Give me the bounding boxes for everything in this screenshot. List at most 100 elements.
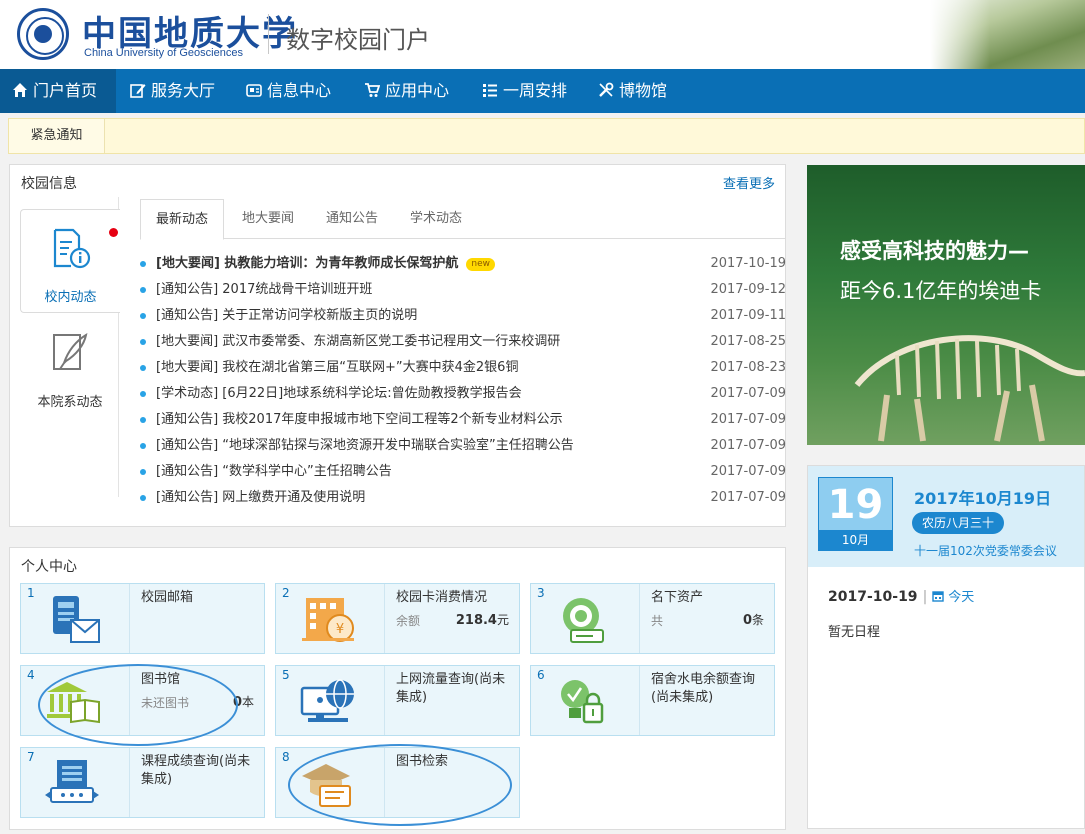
card-subtitle: 余额 xyxy=(396,614,421,628)
nav-museum[interactable]: 博物馆 xyxy=(586,69,679,113)
news-item[interactable]: [地大要闻] 我校在湖北省第三届“互联网+”大赛中获4金2银6铜 2017-08… xyxy=(140,355,786,381)
news-title[interactable]: [学术动态] [6月22日]地球系统科学论坛:曾佐勋教授教学报告会 xyxy=(156,381,522,407)
calendar-header: 19 10月 2017年10月19日 农历八月三十 十一届102次党委常委会议 xyxy=(808,466,1084,567)
news-date: 2017-07-09 xyxy=(710,438,786,453)
tab-notices[interactable]: 通知公告 xyxy=(310,199,394,239)
news-title[interactable]: [地大要闻] 执教能力培训：为青年教师成长保驾护航 new xyxy=(156,251,496,277)
card-campus-card[interactable]: 2 ¥ 校园卡消费情况 余额 218.4元 xyxy=(275,583,520,654)
news-date: 2017-07-09 xyxy=(710,464,786,479)
card-subtitle: 共 xyxy=(651,614,664,628)
news-item[interactable]: [通知公告] 关于正常访问学校新版主页的说明 2017-09-11 xyxy=(140,303,786,329)
news-item[interactable]: [地大要闻] 武汉市委常委、东湖高新区党工委书记程用文一行来校调研 2017-0… xyxy=(140,329,786,355)
nav-museum-label: 博物馆 xyxy=(619,81,668,100)
nav-service-hall[interactable]: 服务大厅 xyxy=(118,69,227,113)
meeting-link[interactable]: 十一届102次党委常委会议 xyxy=(914,542,1057,559)
card-title: 宿舍水电余额查询(尚未集成) xyxy=(651,672,756,705)
tab-academic[interactable]: 学术动态 xyxy=(394,199,478,239)
nav-app-center-label: 应用中心 xyxy=(385,81,450,100)
nav-home[interactable]: 门户首页 xyxy=(0,69,116,113)
news-date: 2017-09-11 xyxy=(710,308,786,323)
news-item[interactable]: [通知公告] “地球深部钻探与深地资源开发中瑞联合实验室”主任招聘公告 2017… xyxy=(140,433,786,459)
news-title[interactable]: [地大要闻] 我校在湖北省第三届“互联网+”大赛中获4金2银6铜 xyxy=(156,355,518,381)
assets-unit: 条 xyxy=(751,613,764,627)
tab-university-news[interactable]: 地大要闻 xyxy=(226,199,310,239)
news-title[interactable]: [通知公告] 网上缴费开通及使用说明 xyxy=(156,485,365,511)
news-item[interactable]: [通知公告] “数学科学中心”主任招聘公告 2017-07-09 xyxy=(140,459,786,485)
card-value: 0本 xyxy=(233,693,254,710)
campus-info-panel: 校园信息 查看更多 校内动态 本院系动态 最新动态 地大要闻 通知公告 学术动态… xyxy=(9,164,786,527)
nav-info-center-label: 信息中心 xyxy=(267,81,332,100)
books-count: 0 xyxy=(232,695,242,710)
news-item[interactable]: [通知公告] 我校2017年度申报城市地下空间工程等2个新专业材料公示 2017… xyxy=(140,407,786,433)
bullet xyxy=(140,365,146,371)
nav-weekly-schedule[interactable]: 一周安排 xyxy=(470,69,579,113)
news-date: 2017-08-23 xyxy=(710,360,786,375)
card-library[interactable]: 4 图书馆 未还图书 0本 xyxy=(20,665,265,736)
balance-value: 218.4 xyxy=(455,613,497,628)
main-nav: 门户首页 服务大厅 信息中心 应用中心 一周安排 博物馆 xyxy=(0,69,1085,113)
news-item[interactable]: [通知公告] 网上缴费开通及使用说明 2017-07-09 xyxy=(140,485,786,511)
news-title[interactable]: [通知公告] 我校2017年度申报城市地下空间工程等2个新专业材料公示 xyxy=(156,407,563,433)
promo-banner[interactable]: 感受高科技的魅力— 距今6.1亿年的埃迪卡 xyxy=(807,165,1085,445)
news-title[interactable]: [地大要闻] 武汉市委常委、东湖高新区党工委书记程用文一行来校调研 xyxy=(156,329,560,355)
nav-home-label: 门户首页 xyxy=(33,81,98,100)
news-title[interactable]: [通知公告] “地球深部钻探与深地资源开发中瑞联合实验室”主任招聘公告 xyxy=(156,433,574,459)
card-number: 8 xyxy=(282,750,290,764)
side-tabs: 校内动态 本院系动态 xyxy=(20,209,120,499)
view-more-link[interactable]: 查看更多 xyxy=(723,173,775,192)
svg-text:¥: ¥ xyxy=(336,622,344,637)
card-value: 218.4元 xyxy=(456,611,509,628)
tab-latest[interactable]: 最新动态 xyxy=(140,199,224,240)
card-campus-mail[interactable]: 1 校园邮箱 xyxy=(20,583,265,654)
card-divider xyxy=(384,666,385,735)
side-tab-campus-news-label: 校内动态 xyxy=(44,290,97,305)
card-divider xyxy=(639,584,640,653)
news-title[interactable]: [通知公告] “数学科学中心”主任招聘公告 xyxy=(156,459,392,485)
card-divider xyxy=(129,584,130,653)
nav-info-center[interactable]: 信息中心 xyxy=(234,69,343,113)
schedule-date: 2017-10-19 xyxy=(828,589,918,605)
site-title: 数字校园门户 xyxy=(286,26,430,54)
calendar-icon xyxy=(932,591,944,602)
side-tab-department-news-label: 本院系动态 xyxy=(37,395,103,410)
news-date: 2017-07-09 xyxy=(710,490,786,505)
card-book-search[interactable]: 8 图书检索 xyxy=(275,747,520,818)
card-dorm-utilities[interactable]: 6 宿舍水电余额查询(尚未集成) xyxy=(530,665,775,736)
card-network-usage[interactable]: 5 上网流量查询(尚未集成) xyxy=(275,665,520,736)
grades-icon xyxy=(45,760,99,803)
news-item[interactable]: [地大要闻] 执教能力培训：为青年教师成长保驾护航 new 2017-10-19 xyxy=(140,251,786,277)
list-icon xyxy=(483,84,497,97)
university-seal-logo[interactable] xyxy=(17,8,69,60)
card-grades[interactable]: 7 课程成绩查询(尚未集成) xyxy=(20,747,265,818)
month-label: 10月 xyxy=(819,530,892,550)
urgent-notice-bar: 紧急通知 xyxy=(8,118,1085,154)
news-item[interactable]: [通知公告] 2017统战骨干培训班开班 2017-09-12 xyxy=(140,277,786,303)
edit-icon xyxy=(130,84,146,98)
card-number: 7 xyxy=(27,750,35,764)
bullet xyxy=(140,417,146,423)
home-icon xyxy=(13,83,27,97)
banner-headline: 感受高科技的魅力— xyxy=(840,239,1029,263)
personal-center-panel: 个人中心 1 校园邮箱 2 ¥ 校园卡消费情况 余额 218.4元 3 名下资产… xyxy=(9,547,786,830)
card-subtitle: 未还图书 xyxy=(141,696,190,710)
news-date: 2017-09-12 xyxy=(710,282,786,297)
campus-info-title: 校园信息 xyxy=(21,176,77,192)
news-item[interactable]: [学术动态] [6月22日]地球系统科学论坛:曾佐勋教授教学报告会 2017-0… xyxy=(140,381,786,407)
card-assets[interactable]: 3 名下资产 共 0条 xyxy=(530,583,775,654)
bullet xyxy=(140,339,146,345)
nav-app-center[interactable]: 应用中心 xyxy=(352,69,461,113)
side-tab-department-news[interactable]: 本院系动态 xyxy=(20,315,120,419)
card-title: 名下资产 xyxy=(651,590,704,605)
card-title: 校园卡消费情况 xyxy=(396,590,488,605)
card-title: 图书检索 xyxy=(396,754,449,769)
card-title: 课程成绩查询(尚未集成) xyxy=(141,754,251,787)
logo-english: China University of Geosciences xyxy=(84,47,243,59)
urgent-notice-label: 紧急通知 xyxy=(9,119,105,153)
news-title[interactable]: [通知公告] 关于正常访问学校新版主页的说明 xyxy=(156,303,417,329)
side-tab-campus-news[interactable]: 校内动态 xyxy=(20,209,120,313)
today-link[interactable]: 今天 xyxy=(948,590,974,605)
schedule-date-row: 2017-10-19 | 今天 xyxy=(828,586,974,605)
news-title[interactable]: [通知公告] 2017统战骨干培训班开班 xyxy=(156,277,372,303)
bullet xyxy=(140,313,146,319)
header: 中国地质大学 China University of Geosciences 数… xyxy=(0,0,1085,69)
